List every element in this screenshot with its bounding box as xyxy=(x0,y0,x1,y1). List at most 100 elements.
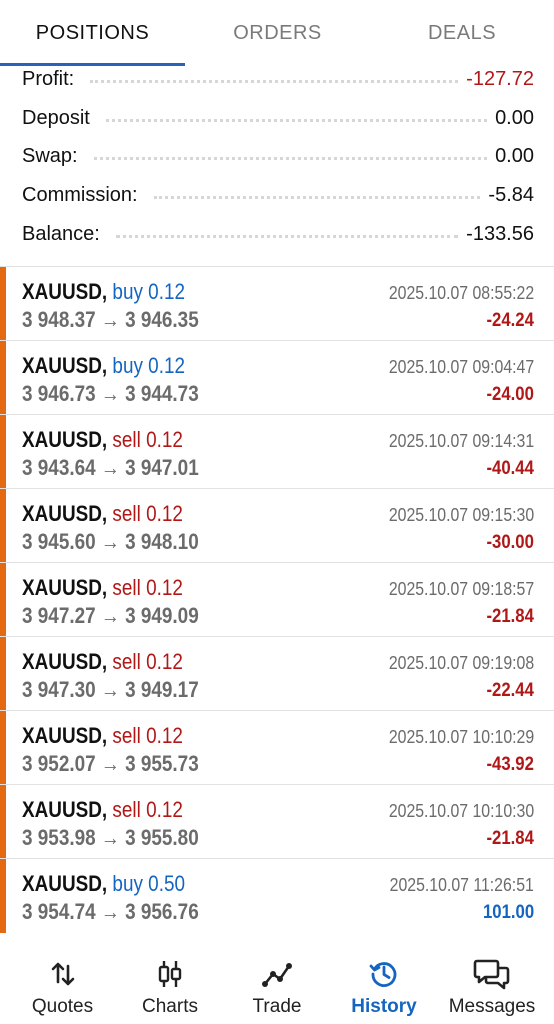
trade-symbol: XAUUSD, xyxy=(22,649,108,674)
trade-symbol: XAUUSD, xyxy=(22,797,108,822)
trade-side: sell 0.12 xyxy=(112,501,183,526)
trade-side: buy 0.12 xyxy=(112,279,186,304)
trade-title: XAUUSD, sell 0.12 xyxy=(22,575,183,601)
trade-symbol: XAUUSD, xyxy=(22,871,108,896)
position-indicator-bar xyxy=(0,785,6,859)
trade-row[interactable]: XAUUSD, sell 0.12 3 947.27 → 3 949.09 20… xyxy=(0,563,554,637)
trade-prices: 3 952.07 → 3 955.73 xyxy=(22,751,199,776)
trade-side: sell 0.12 xyxy=(112,797,183,822)
nav-trade[interactable]: Trade xyxy=(220,934,334,1024)
nav-history[interactable]: History xyxy=(328,934,440,1024)
trade-symbol: XAUUSD, xyxy=(22,279,108,304)
trade-prices: 3 947.27 → 3 949.09 xyxy=(22,603,199,628)
nav-label: Trade xyxy=(252,996,302,1017)
position-indicator-bar xyxy=(0,489,6,563)
trade-profit: -43.92 xyxy=(486,754,534,775)
summary-value: 0.00 xyxy=(495,106,534,129)
position-indicator-bar xyxy=(0,341,6,415)
trade-side: sell 0.12 xyxy=(112,723,183,748)
tab-bar: POSITIONS ORDERS DEALS xyxy=(0,0,554,66)
trade-row[interactable]: XAUUSD, sell 0.12 3 943.64 → 3 947.01 20… xyxy=(0,415,554,489)
trade-prices: 3 945.60 → 3 948.10 xyxy=(22,529,199,554)
summary-row-balance: Balance: -133.56 xyxy=(22,215,534,253)
trade-title: XAUUSD, sell 0.12 xyxy=(22,501,183,527)
position-indicator-bar xyxy=(0,563,6,637)
trade-side: sell 0.12 xyxy=(112,427,183,452)
trade-row[interactable]: XAUUSD, sell 0.12 3 945.60 → 3 948.10 20… xyxy=(0,489,554,563)
nav-label: Quotes xyxy=(31,996,94,1017)
nav-label: History xyxy=(351,996,417,1017)
trade-time: 2025.10.07 11:26:51 xyxy=(389,875,534,895)
trade-time: 2025.10.07 09:18:57 xyxy=(388,579,534,599)
trade-title: XAUUSD, buy 0.50 xyxy=(22,871,185,897)
trade-time: 2025.10.07 08:55:22 xyxy=(388,283,534,303)
trade-profit: -30.00 xyxy=(486,532,534,553)
summary-value: -133.56 xyxy=(466,222,534,245)
trade-profit: -21.84 xyxy=(486,606,534,627)
trade-side: buy 0.12 xyxy=(112,353,186,378)
trade-row[interactable]: XAUUSD, buy 0.50 3 954.74 → 3 956.76 202… xyxy=(0,859,554,933)
trade-prices: 3 954.74 → 3 956.76 xyxy=(22,899,199,924)
trade-title: XAUUSD, sell 0.12 xyxy=(22,427,183,453)
summary-value: -5.84 xyxy=(488,183,534,206)
trade-symbol: XAUUSD, xyxy=(22,427,108,452)
trade-symbol: XAUUSD, xyxy=(22,575,108,600)
trade-row[interactable]: XAUUSD, sell 0.12 3 952.07 → 3 955.73 20… xyxy=(0,711,554,785)
trade-row[interactable]: XAUUSD, sell 0.12 3 947.30 → 3 949.17 20… xyxy=(0,637,554,711)
summary-row-profit: Profit: -127.72 xyxy=(22,60,534,98)
dotted-leader xyxy=(115,234,459,238)
trade-symbol: XAUUSD, xyxy=(22,501,108,526)
trade-prices: 3 947.30 → 3 949.17 xyxy=(22,677,199,702)
trade-row[interactable]: XAUUSD, buy 0.12 3 946.73 → 3 944.73 202… xyxy=(0,341,554,415)
trade-time: 2025.10.07 09:14:31 xyxy=(388,431,534,451)
nav-label: Charts xyxy=(142,996,198,1017)
trade-row[interactable]: XAUUSD, buy 0.12 3 948.37 → 3 946.35 202… xyxy=(0,267,554,341)
trade-title: XAUUSD, buy 0.12 xyxy=(22,353,185,379)
trade-time: 2025.10.07 09:04:47 xyxy=(388,357,534,377)
trade-time: 2025.10.07 09:15:30 xyxy=(388,505,534,525)
trade-title: XAUUSD, sell 0.12 xyxy=(22,649,183,675)
summary-label: Deposit xyxy=(22,106,90,129)
trade-prices: 3 946.73 → 3 944.73 xyxy=(22,381,199,406)
dotted-leader xyxy=(153,195,481,199)
trade-profit: 101.00 xyxy=(482,902,534,923)
tab-deals[interactable]: DEALS xyxy=(370,0,554,66)
summary-row-deposit: Deposit 0.00 xyxy=(22,99,534,137)
trade-title: XAUUSD, buy 0.12 xyxy=(22,279,185,305)
summary-value: 0.00 xyxy=(495,144,534,167)
trade-prices: 3 953.98 → 3 955.80 xyxy=(22,825,199,850)
quotes-icon xyxy=(49,958,77,990)
trade-time: 2025.10.07 10:10:30 xyxy=(388,801,534,821)
position-indicator-bar xyxy=(0,415,6,489)
history-icon xyxy=(368,958,400,990)
summary-label: Balance: xyxy=(22,222,100,245)
trade-row[interactable]: XAUUSD, sell 0.12 3 953.98 → 3 955.80 20… xyxy=(0,785,554,859)
nav-quotes[interactable]: Quotes xyxy=(0,934,125,1024)
nav-charts[interactable]: Charts xyxy=(112,934,228,1024)
trade-profit: -40.44 xyxy=(486,458,534,479)
trade-prices: 3 943.64 → 3 947.01 xyxy=(22,455,199,480)
position-indicator-bar xyxy=(0,637,6,711)
trade-profit: -24.00 xyxy=(486,384,534,405)
messages-icon xyxy=(473,958,511,990)
trade-time: 2025.10.07 10:10:29 xyxy=(388,727,534,747)
trade-profit: -22.44 xyxy=(486,680,534,701)
trade-icon xyxy=(261,958,293,990)
tab-orders[interactable]: ORDERS xyxy=(185,0,370,66)
nav-messages[interactable]: Messages xyxy=(434,934,550,1024)
summary-value: -127.72 xyxy=(466,67,534,90)
tab-positions[interactable]: POSITIONS xyxy=(0,0,185,66)
bottom-navigation: Quotes Charts Trade History Messages xyxy=(0,934,554,1024)
trade-symbol: XAUUSD, xyxy=(22,353,108,378)
charts-icon xyxy=(155,958,185,990)
position-indicator-bar xyxy=(0,267,6,341)
summary-label: Profit: xyxy=(22,67,75,90)
dotted-leader xyxy=(90,79,459,83)
summary-row-commission: Commission: -5.84 xyxy=(22,176,534,214)
trade-side: sell 0.12 xyxy=(112,649,183,674)
trade-prices: 3 948.37 → 3 946.35 xyxy=(22,307,199,332)
trade-profit: -24.24 xyxy=(486,310,534,331)
summary-label: Swap: xyxy=(22,144,78,167)
trade-time: 2025.10.07 09:19:08 xyxy=(388,653,534,673)
trade-side: buy 0.50 xyxy=(112,871,186,896)
